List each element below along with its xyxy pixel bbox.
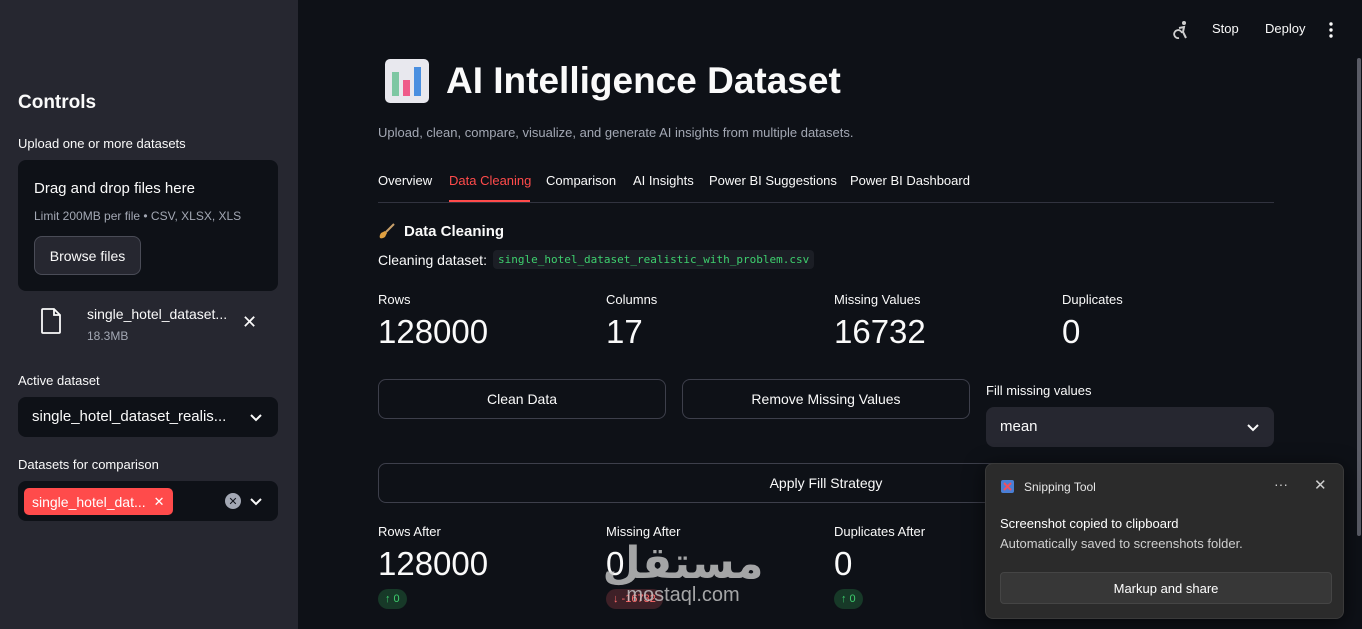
chevron-down-icon	[250, 414, 262, 422]
metric-rows: Rows 128000	[378, 292, 488, 351]
metric-duplicates-after: Duplicates After 0 ↑ 0	[834, 524, 925, 609]
notification-body: Automatically saved to screenshots folde…	[1000, 536, 1243, 551]
fill-strategy-value: mean	[1000, 418, 1038, 435]
clear-all-icon[interactable]: ✕	[225, 493, 241, 509]
deploy-button[interactable]: Deploy	[1265, 21, 1305, 36]
tab-comparison[interactable]: Comparison	[546, 173, 616, 188]
section-title-text: Data Cleaning	[404, 222, 505, 240]
active-dataset-select[interactable]: single_hotel_dataset_realis...	[18, 397, 278, 437]
fill-missing-label: Fill missing values	[986, 383, 1092, 398]
metric-value: 17	[606, 313, 643, 350]
comparison-multiselect[interactable]: single_hotel_dat... ✕ ✕	[18, 481, 278, 521]
watermark-arabic: مستقل	[602, 538, 764, 589]
page-title: AI Intelligence Dataset	[446, 60, 841, 101]
page-subtitle: Upload, clean, compare, visualize, and g…	[378, 125, 854, 140]
uploaded-file-size: 18.3MB	[87, 329, 129, 343]
metric-delta: ↑ 0	[378, 589, 407, 609]
cleaning-dataset-label: Cleaning dataset:	[378, 251, 487, 268]
metric-label: Columns	[606, 292, 658, 307]
chevron-down-icon	[250, 498, 262, 506]
stop-button[interactable]: Stop	[1212, 21, 1239, 36]
metric-value: 16732	[834, 313, 926, 350]
more-vertical-icon[interactable]	[1328, 22, 1334, 38]
clean-data-button[interactable]: Clean Data	[378, 379, 666, 419]
tab-power-bi-suggestions[interactable]: Power BI Suggestions	[709, 173, 837, 188]
metric-value: 0	[1062, 313, 1081, 350]
notification-app-name: Snipping Tool	[1024, 480, 1096, 494]
metric-label: Rows	[378, 292, 411, 307]
remove-missing-values-button[interactable]: Remove Missing Values	[682, 379, 970, 419]
tab-ai-insights[interactable]: AI Insights	[633, 173, 694, 188]
chevron-down-icon	[1247, 424, 1259, 432]
metric-value: 128000	[378, 313, 489, 350]
uploaded-file-item: single_hotel_dataset... 18.3MB ✕	[18, 298, 278, 348]
markup-and-share-button[interactable]: Markup and share	[1000, 572, 1332, 604]
metric-label: Missing After	[606, 524, 681, 539]
active-tab-indicator	[449, 200, 530, 202]
active-dataset-value: single_hotel_dataset_realis...	[32, 408, 227, 425]
title-row: AI Intelligence Dataset	[384, 58, 841, 104]
sidebar-title: Controls	[18, 92, 97, 113]
snipping-tool-notification: Snipping Tool ··· ✕ Screenshot copied to…	[985, 463, 1344, 619]
tab-overview[interactable]: Overview	[378, 173, 432, 188]
main-scrollbar[interactable]	[1357, 58, 1361, 536]
metric-label: Duplicates	[1062, 292, 1123, 307]
metric-label: Duplicates After	[834, 524, 926, 539]
metric-value: 128000	[378, 545, 489, 582]
fill-strategy-select[interactable]: mean	[986, 407, 1274, 447]
metric-label: Missing Values	[834, 292, 921, 307]
metric-value: 0	[834, 545, 853, 582]
tag-remove-icon[interactable]: ✕	[154, 494, 165, 510]
comparison-tag[interactable]: single_hotel_dat... ✕	[24, 488, 173, 515]
section-title: Data Cleaning	[378, 222, 504, 240]
sidebar: Controls Upload one or more datasets Dra…	[0, 0, 298, 629]
cleaning-dataset-filename: single_hotel_dataset_realistic_with_prob…	[492, 250, 815, 269]
cleaning-dataset-row: Cleaning dataset: single_hotel_dataset_r…	[378, 250, 815, 269]
remove-file-close-icon[interactable]: ✕	[242, 312, 257, 333]
browse-files-button[interactable]: Browse files	[34, 236, 141, 275]
close-icon[interactable]: ✕	[1314, 476, 1327, 494]
metric-delta: ↑ 0	[834, 589, 863, 609]
tab-power-bi-dashboard[interactable]: Power BI Dashboard	[850, 173, 970, 188]
snipping-tool-icon	[1001, 480, 1014, 493]
broom-icon	[379, 223, 395, 239]
more-options-icon[interactable]: ···	[1274, 476, 1288, 492]
comparison-label: Datasets for comparison	[18, 457, 159, 472]
comparison-tag-label: single_hotel_dat...	[32, 493, 146, 510]
notification-title: Screenshot copied to clipboard	[1000, 516, 1179, 531]
metric-missing-values: Missing Values 16732	[834, 292, 926, 351]
watermark: مستقل mostaql.com	[598, 540, 768, 607]
file-icon	[41, 308, 61, 334]
metric-rows-after: Rows After 128000 ↑ 0	[378, 524, 488, 609]
active-dataset-label: Active dataset	[18, 373, 100, 388]
dropzone-limit: Limit 200MB per file • CSV, XLSX, XLS	[34, 209, 242, 223]
metric-duplicates: Duplicates 0	[1062, 292, 1123, 351]
metric-columns: Columns 17	[606, 292, 657, 351]
bar-chart-icon	[385, 59, 429, 103]
tab-data-cleaning[interactable]: Data Cleaning	[449, 173, 531, 188]
uploaded-file-name: single_hotel_dataset...	[87, 306, 228, 322]
accessibility-running-icon[interactable]	[1173, 20, 1191, 40]
file-dropzone[interactable]: Drag and drop files here Limit 200MB per…	[18, 160, 278, 291]
dropzone-title: Drag and drop files here	[34, 180, 195, 197]
upload-label: Upload one or more datasets	[18, 136, 186, 151]
metric-label: Rows After	[378, 524, 441, 539]
tab-bar: Overview Data Cleaning Comparison AI Ins…	[378, 166, 1274, 203]
